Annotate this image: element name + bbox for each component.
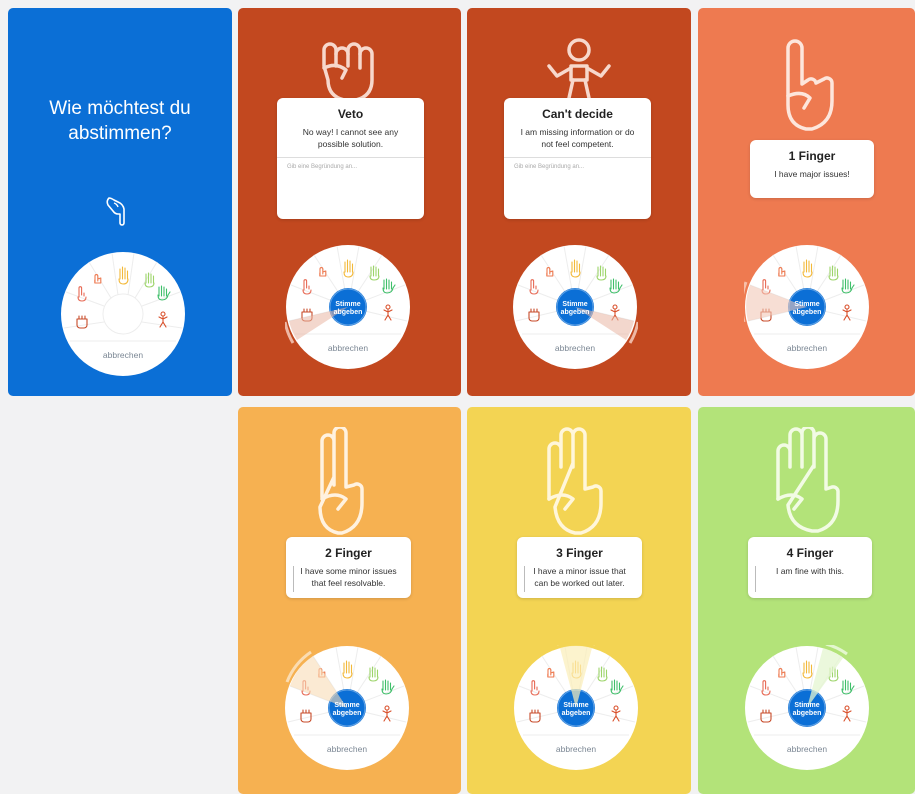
cant-decide-panel: Can't decide I am missing information or…: [467, 8, 691, 396]
cancel-button[interactable]: abbrechen: [556, 744, 596, 754]
three-fingers-icon: [547, 427, 603, 535]
two-fingers-icon: [318, 427, 364, 535]
text-cursor: [293, 566, 294, 592]
text-cursor: [524, 566, 525, 592]
finger2-panel: 2 Finger I have some minor issues that f…: [238, 407, 461, 794]
finger4-card: 4 Finger I am fine with this.: [748, 537, 872, 598]
submit-vote-button-line2[interactable]: abgeben: [334, 309, 363, 316]
vote-wheel[interactable]: Stimme abgeben abbrechen: [512, 244, 638, 370]
vote-prompt: Wie möchtest du abstimmen?: [49, 98, 191, 144]
finger2-card: 2 Finger I have some minor issues that f…: [286, 537, 411, 598]
finger3-description: I have a minor issue that can be worked …: [533, 566, 626, 588]
cant-decide-title: Can't decide: [542, 107, 613, 121]
card-divider: [504, 157, 651, 158]
submit-vote-button-line2[interactable]: abgeben: [793, 309, 822, 316]
finger3-title: 3 Finger: [556, 546, 603, 560]
cancel-button[interactable]: abbrechen: [787, 343, 827, 353]
cancel-button[interactable]: abbrechen: [103, 350, 143, 360]
text-cursor: [755, 566, 756, 592]
submit-vote-button-line2[interactable]: abgeben: [333, 710, 362, 717]
submit-vote-button-line2[interactable]: abgeben: [562, 710, 591, 717]
submit-vote-button-line2[interactable]: abgeben: [561, 309, 590, 316]
finger1-title: 1 Finger: [788, 149, 836, 163]
finger2-description: I have some minor issues that feel resol…: [300, 566, 397, 588]
finger1-panel: 1 Finger I have major issues! Stimme abg…: [698, 8, 915, 396]
veto-title: Veto: [337, 107, 364, 121]
intro-panel: Wie möchtest du abstimmen? abbrechen: [8, 8, 232, 396]
veto-card: Veto No way! I cannot see any possible s…: [277, 98, 424, 219]
cant-decide-description: I am missing information or do not feel …: [520, 127, 635, 149]
vote-wheel[interactable]: Stimme abgeben abbrechen: [513, 645, 639, 771]
vote-wheel[interactable]: Stimme abgeben abbrechen: [744, 244, 870, 370]
submit-vote-button[interactable]: Stimme: [335, 301, 360, 308]
finger4-description: I am fine with this.: [775, 566, 845, 576]
finger4-title: 4 Finger: [786, 546, 834, 560]
cancel-button[interactable]: abbrechen: [327, 744, 367, 754]
reason-input[interactable]: Gib eine Begründung an...: [514, 164, 641, 170]
submit-vote-button[interactable]: Stimme: [562, 301, 587, 308]
submit-vote-button[interactable]: Stimme: [563, 702, 588, 709]
vote-wheel[interactable]: Stimme abgeben abbrechen: [744, 645, 870, 771]
vote-wheel[interactable]: Stimme abgeben abbrechen: [284, 645, 410, 771]
finger1-card: 1 Finger I have major issues!: [750, 140, 874, 198]
finger2-title: 2 Finger: [325, 546, 372, 560]
cancel-button[interactable]: abbrechen: [328, 343, 368, 353]
submit-vote-button[interactable]: Stimme: [334, 702, 359, 709]
cancel-button[interactable]: abbrechen: [787, 744, 827, 754]
finger3-panel: 3 Finger I have a minor issue that can b…: [467, 407, 691, 794]
vote-wheel[interactable]: abbrechen: [60, 251, 186, 377]
reason-input[interactable]: Gib eine Begründung an...: [287, 164, 414, 170]
cant-decide-card: Can't decide I am missing information or…: [504, 98, 651, 219]
finger4-panel: 4 Finger I am fine with this. Stimme abg…: [698, 407, 915, 794]
one-finger-icon: [786, 39, 834, 131]
cancel-button[interactable]: abbrechen: [555, 343, 595, 353]
four-fingers-icon: [776, 427, 840, 533]
veto-panel: Veto No way! I cannot see any possible s…: [238, 8, 461, 396]
card-divider: [277, 157, 424, 158]
submit-vote-button[interactable]: Stimme: [794, 702, 819, 709]
shrug-icon: [547, 38, 611, 100]
finger1-description: I have major issues!: [774, 169, 850, 179]
submit-vote-button-line2[interactable]: abgeben: [793, 710, 822, 717]
pointing-hand-icon: [106, 197, 125, 226]
fist-icon: [322, 42, 374, 100]
submit-vote-button[interactable]: Stimme: [794, 301, 819, 308]
finger3-card: 3 Finger I have a minor issue that can b…: [517, 537, 642, 598]
vote-wheel[interactable]: Stimme abgeben abbrechen: [285, 244, 411, 370]
veto-description: No way! I cannot see any possible soluti…: [302, 127, 399, 149]
